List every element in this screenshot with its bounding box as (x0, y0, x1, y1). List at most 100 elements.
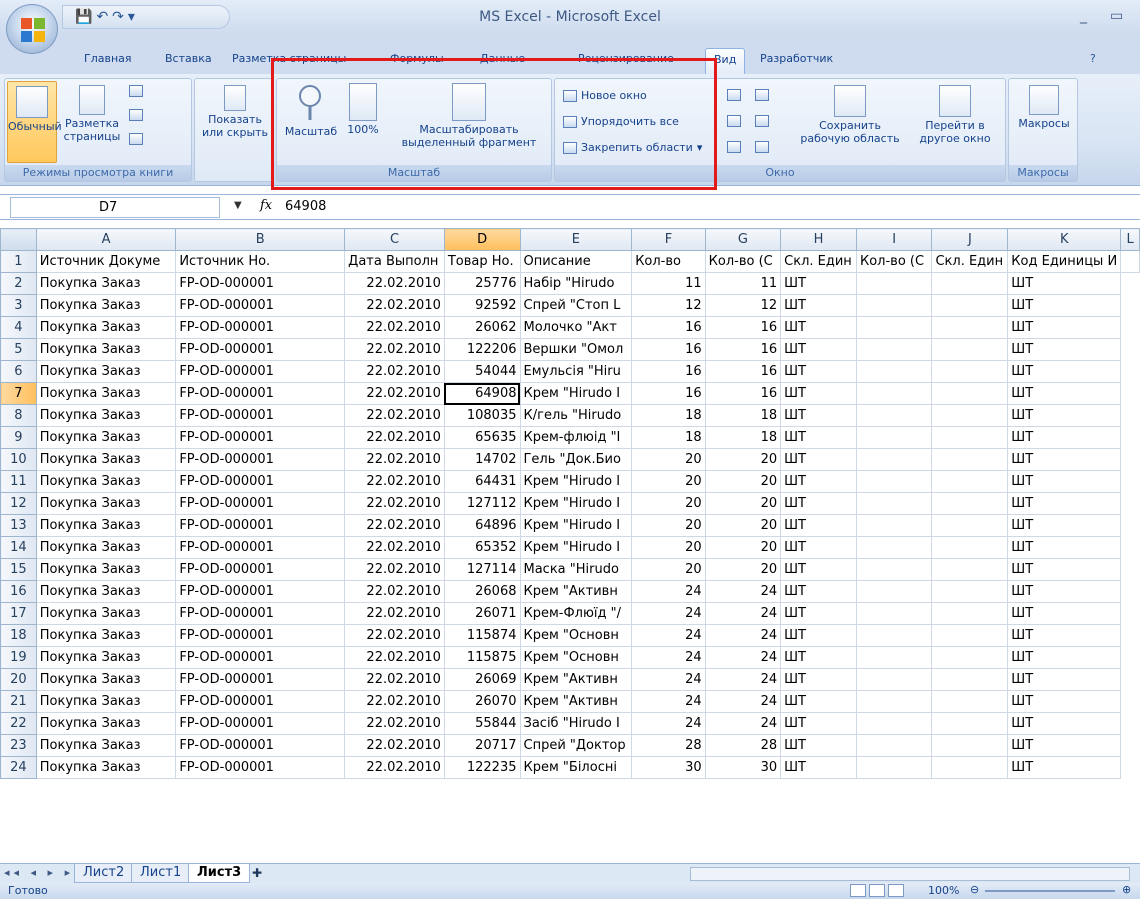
cell[interactable]: ШТ (780, 558, 857, 581)
cell[interactable] (855, 514, 933, 537)
header-cell[interactable]: Источник Но. (175, 250, 346, 273)
cell[interactable]: ШТ (780, 360, 857, 383)
cell[interactable]: 20 (631, 470, 706, 493)
cell[interactable] (931, 734, 1009, 757)
cell[interactable]: ШТ (1007, 646, 1122, 669)
row-header[interactable]: 14 (0, 536, 37, 559)
cell[interactable]: 22.02.2010 (344, 514, 445, 537)
cell[interactable]: Крем "Активн (519, 580, 633, 603)
cell[interactable]: 115875 (443, 646, 521, 669)
cell[interactable] (931, 360, 1009, 383)
row-header[interactable]: 20 (0, 668, 37, 691)
cell[interactable]: FP-OD-000001 (175, 536, 346, 559)
header-cell[interactable]: Скл. Един (780, 250, 857, 273)
cell[interactable] (931, 294, 1009, 317)
cell[interactable]: ШТ (1007, 492, 1122, 515)
cell[interactable] (855, 382, 933, 405)
cell[interactable]: 18 (631, 404, 706, 427)
column-header-f[interactable]: F (631, 228, 706, 251)
cell[interactable]: FP-OD-000001 (175, 558, 346, 581)
cell[interactable]: 26068 (443, 580, 521, 603)
cell[interactable]: 22.02.2010 (344, 756, 445, 779)
save-workspace-button[interactable]: Сохранить рабочую область (795, 85, 905, 145)
cell[interactable]: FP-OD-000001 (175, 382, 346, 405)
cell[interactable]: 64431 (443, 470, 521, 493)
row-header[interactable]: 15 (0, 558, 37, 581)
cell[interactable]: ШТ (780, 624, 857, 647)
cell[interactable]: 16 (631, 316, 706, 339)
cell[interactable]: 18 (704, 404, 782, 427)
cell[interactable]: 16 (704, 338, 782, 361)
cell[interactable]: 127112 (443, 492, 521, 515)
horizontal-scrollbar[interactable] (690, 867, 1130, 881)
cell[interactable]: Покупка Заказ (35, 712, 177, 735)
cell[interactable]: Спрей "Доктор (519, 734, 633, 757)
hide-window-icon[interactable] (727, 115, 741, 127)
cell[interactable]: Крем "Основн (519, 624, 633, 647)
cell[interactable]: 24 (631, 580, 706, 603)
cell[interactable]: 12 (704, 294, 782, 317)
cell[interactable]: 24 (631, 690, 706, 713)
row-header[interactable]: 8 (0, 404, 37, 427)
cell[interactable]: 65352 (443, 536, 521, 559)
cell[interactable] (855, 536, 933, 559)
cell[interactable]: FP-OD-000001 (175, 734, 346, 757)
cell[interactable] (931, 602, 1009, 625)
cell[interactable]: 24 (704, 646, 782, 669)
cell[interactable]: 22.02.2010 (344, 492, 445, 515)
cell[interactable] (931, 316, 1009, 339)
cell[interactable]: ШТ (780, 294, 857, 317)
cell[interactable]: 20 (704, 492, 782, 515)
cell[interactable]: 20 (631, 492, 706, 515)
row-header[interactable]: 23 (0, 734, 37, 757)
cell[interactable]: 22.02.2010 (344, 690, 445, 713)
column-header-g[interactable]: G (704, 228, 782, 251)
cell[interactable]: ШТ (780, 338, 857, 361)
cell[interactable] (855, 338, 933, 361)
row-header[interactable]: 16 (0, 580, 37, 603)
column-header-j[interactable]: J (931, 228, 1009, 251)
cell[interactable]: 14702 (443, 448, 521, 471)
cell[interactable]: FP-OD-000001 (175, 426, 346, 449)
cell[interactable]: ШТ (1007, 690, 1122, 713)
cell[interactable]: ШТ (1007, 668, 1122, 691)
cell[interactable] (855, 294, 933, 317)
cell[interactable] (855, 558, 933, 581)
cell[interactable]: FP-OD-000001 (175, 712, 346, 735)
cell[interactable]: Спрей "Стоп L (519, 294, 633, 317)
cell[interactable]: ШТ (780, 580, 857, 603)
zoom-in-icon[interactable]: ⊕ (1122, 883, 1131, 896)
row-header[interactable]: 11 (0, 470, 37, 493)
cell[interactable]: Крем "Hirudo I (519, 514, 633, 537)
cell[interactable]: Вершки "Омол (519, 338, 633, 361)
cell[interactable] (855, 404, 933, 427)
cell[interactable] (855, 646, 933, 669)
row-header[interactable]: 4 (0, 316, 37, 339)
header-cell[interactable]: Скл. Един (931, 250, 1009, 273)
cell[interactable] (931, 272, 1009, 295)
cell[interactable]: Крем "Основн (519, 646, 633, 669)
cell[interactable] (931, 558, 1009, 581)
cell[interactable]: 11 (704, 272, 782, 295)
header-cell[interactable]: Кол-во (С (704, 250, 782, 273)
cell[interactable]: FP-OD-000001 (175, 272, 346, 295)
cell[interactable]: 16 (704, 382, 782, 405)
cell[interactable]: Крем "Hirudo I (519, 536, 633, 559)
cell[interactable]: ШТ (780, 536, 857, 559)
cell[interactable] (855, 756, 933, 779)
column-header-l[interactable]: L (1120, 228, 1140, 251)
cell[interactable]: FP-OD-000001 (175, 404, 346, 427)
cell[interactable]: Покупка Заказ (35, 492, 177, 515)
cell[interactable]: ШТ (1007, 514, 1122, 537)
cell[interactable]: ШТ (1007, 536, 1122, 559)
row-header[interactable]: 22 (0, 712, 37, 735)
cell[interactable]: 26062 (443, 316, 521, 339)
row-header[interactable]: 1 (0, 250, 37, 273)
cell[interactable]: 20 (704, 536, 782, 559)
row-header[interactable]: 3 (0, 294, 37, 317)
column-header-d[interactable]: D (443, 228, 521, 251)
tab-home[interactable]: Главная (84, 52, 132, 65)
page-layout-status-icon[interactable] (869, 884, 885, 897)
cell[interactable] (855, 712, 933, 735)
cell[interactable]: 20 (631, 448, 706, 471)
